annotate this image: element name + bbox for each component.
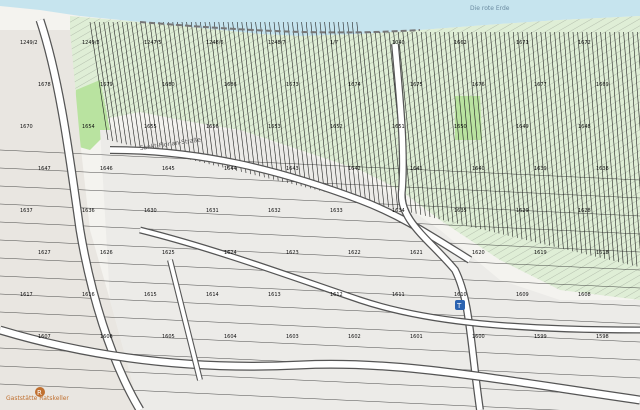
parcel-number-label: 1638 bbox=[596, 166, 609, 172]
parcel-number-label: 1604 bbox=[224, 334, 237, 340]
parcel-number-label: 1669 bbox=[596, 82, 609, 88]
parcel-number-label: 1248/7 bbox=[268, 40, 286, 46]
parcel-number-label: 1620 bbox=[472, 250, 485, 256]
parcel-number-label: 1616 bbox=[82, 292, 95, 298]
tram-stop-icon[interactable]: T bbox=[455, 300, 465, 310]
parcel-number-label: 1607 bbox=[38, 334, 51, 340]
parcel-number-label: 1635 bbox=[454, 208, 467, 214]
parcel-number-label: 1247/5 bbox=[144, 40, 162, 46]
parcel-number-label: 1621 bbox=[410, 250, 423, 256]
parcel-number-label: 1630 bbox=[144, 208, 157, 214]
parcel-number-label: 1671 bbox=[516, 40, 529, 46]
parcel-number-label: 1248/6 bbox=[206, 40, 224, 46]
parcel-number-label: 1627 bbox=[38, 250, 51, 256]
parcel-number-label: 1629 bbox=[516, 208, 529, 214]
parcel-number-label: 1605 bbox=[162, 334, 175, 340]
parcel-number-label: 1645 bbox=[162, 166, 175, 172]
parcel-number-label: 1674 bbox=[348, 82, 361, 88]
parcel-number-label: 1613 bbox=[268, 292, 281, 298]
parcel-number-label: 1652 bbox=[330, 124, 343, 130]
river-label: Die rote Erde bbox=[470, 5, 510, 12]
parcel-number-label: 1623 bbox=[286, 250, 299, 256]
parcel-number-label: 1632 bbox=[268, 208, 281, 214]
parcel-number-label: 1601 bbox=[410, 334, 423, 340]
parcel-number-label: 1647 bbox=[38, 166, 51, 172]
parcel-number-label: 1654 bbox=[82, 124, 95, 130]
parcel-number-label: 1622 bbox=[348, 250, 361, 256]
parcel-number-label: 1628 bbox=[578, 208, 591, 214]
parcel-number-label: 1677 bbox=[534, 82, 547, 88]
parcel-number-label: 1608 bbox=[578, 292, 591, 298]
restaurant-icon[interactable]: R bbox=[35, 387, 45, 397]
parcel-number-label: 1662 bbox=[454, 40, 467, 46]
parcel-number-label: 1655 bbox=[144, 124, 157, 130]
parcel-number-label: 1598 bbox=[596, 334, 609, 340]
parcel-number-label: 1649 bbox=[516, 124, 529, 130]
parcel-number-label: 1653 bbox=[268, 124, 281, 130]
parcel-number-label: 1646 bbox=[100, 166, 113, 172]
parcel-number-label: 1633 bbox=[330, 208, 343, 214]
parcel-number-label: 1603 bbox=[286, 334, 299, 340]
parcel-number-label: 1040 bbox=[392, 40, 405, 46]
parcel-number-label: 1617 bbox=[20, 292, 33, 298]
svg-text:R: R bbox=[37, 389, 42, 397]
parcel-number-label: 1619 bbox=[534, 250, 547, 256]
parcel-number-label: 1656 bbox=[206, 124, 219, 130]
cadastral-map[interactable]: Die rote Erde Sankt-Florian-Straße Gasts… bbox=[0, 0, 640, 410]
parcel-number-label: 1678 bbox=[38, 82, 51, 88]
parcel-number-label: 1641 bbox=[410, 166, 423, 172]
parcel-number-label: 1640 bbox=[472, 166, 485, 172]
parcel-number-label: 1676 bbox=[472, 82, 485, 88]
parcel-number-label: 1610 bbox=[454, 292, 467, 298]
parcel-number-label: 1643 bbox=[286, 166, 299, 172]
parcel-number-label: 1626 bbox=[100, 250, 113, 256]
parcel-number-label: 1600 bbox=[472, 334, 485, 340]
parcel-number-label: 1679 bbox=[100, 82, 113, 88]
parcel-number-label: 1642 bbox=[348, 166, 361, 172]
parcel-number-label: 1625 bbox=[162, 250, 175, 256]
parcel-number-label: 1249/3 bbox=[82, 40, 100, 46]
parcel-number-label: 1612 bbox=[330, 292, 343, 298]
parcel-number-label: 1636 bbox=[82, 208, 95, 214]
parcel-number-label: 1618 bbox=[596, 250, 609, 256]
parcel-number-label: 1675 bbox=[410, 82, 423, 88]
parcel-number-label: 1/7 bbox=[330, 40, 338, 46]
parcel-number-label: 1637 bbox=[20, 208, 33, 214]
parcel-number-label: 1639 bbox=[534, 166, 547, 172]
parcel-number-label: 1609 bbox=[516, 292, 529, 298]
parcel-number-label: 1631 bbox=[206, 208, 219, 214]
parcel-number-label: 1670 bbox=[20, 124, 33, 130]
parcel-number-label: 1599 bbox=[534, 334, 547, 340]
parcel-number-label: 1624 bbox=[224, 250, 237, 256]
parcel-number-label: 1672 bbox=[578, 40, 591, 46]
parcel-number-label: 1249/2 bbox=[20, 40, 38, 46]
svg-text:T: T bbox=[456, 302, 462, 310]
parcel-number-label: 1650 bbox=[454, 124, 467, 130]
parcel-number-label: 1606 bbox=[100, 334, 113, 340]
parcel-number-label: 1673 bbox=[286, 82, 299, 88]
parcel-number-label: 1614 bbox=[206, 292, 219, 298]
parcel-number-label: 1615 bbox=[144, 292, 157, 298]
parcel-number-label: 1634 bbox=[392, 208, 405, 214]
parcel-number-label: 1602 bbox=[348, 334, 361, 340]
parcel-number-label: 1644 bbox=[224, 166, 237, 172]
parcel-number-label: 1651 bbox=[392, 124, 405, 130]
parcel-number-label: 1611 bbox=[392, 292, 405, 298]
parcel-number-label: 1686 bbox=[224, 82, 237, 88]
parcel-number-label: 1648 bbox=[578, 124, 591, 130]
parcel-number-label: 1680 bbox=[162, 82, 175, 88]
